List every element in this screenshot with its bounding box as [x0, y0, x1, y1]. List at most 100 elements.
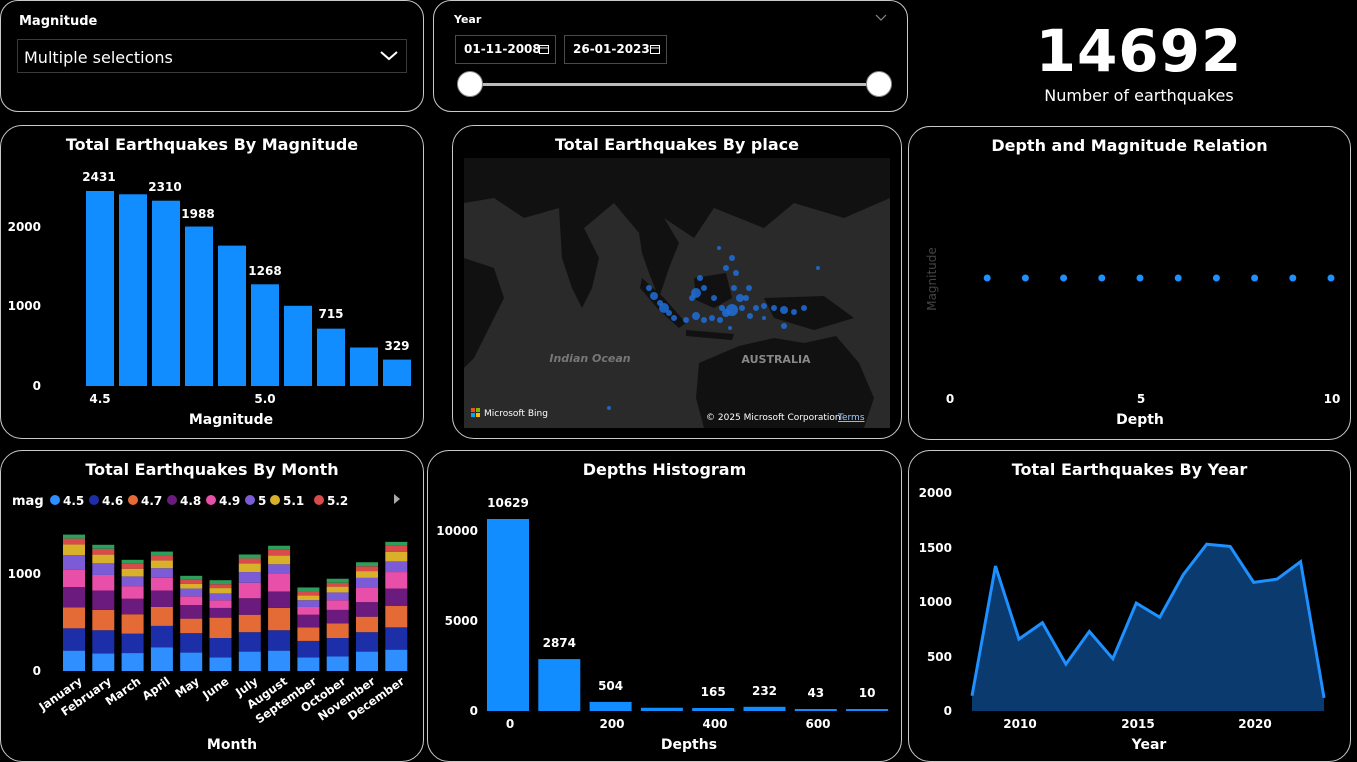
- earthquake-point[interactable]: [739, 305, 745, 311]
- month-bar-segment[interactable]: [297, 591, 320, 596]
- month-bar-segment[interactable]: [180, 605, 203, 619]
- month-bar-segment[interactable]: [121, 568, 144, 577]
- month-bar-segment[interactable]: [326, 586, 349, 593]
- scatter-point[interactable]: [1289, 274, 1297, 282]
- depth-bar[interactable]: [640, 707, 683, 711]
- magnitude-bar[interactable]: [350, 347, 378, 386]
- month-bar-segment[interactable]: [268, 630, 291, 651]
- earthquake-point[interactable]: [816, 266, 820, 270]
- earthquake-point[interactable]: [701, 285, 707, 291]
- month-bar-segment[interactable]: [92, 590, 115, 610]
- month-bar-segment[interactable]: [268, 607, 291, 631]
- month-bar-segment[interactable]: [238, 651, 261, 671]
- month-bar-segment[interactable]: [356, 566, 378, 572]
- earthquake-point[interactable]: [736, 294, 744, 302]
- magnitude-bar[interactable]: [185, 226, 213, 386]
- chevron-down-icon[interactable]: [875, 14, 887, 22]
- depth-bar[interactable]: [589, 701, 632, 711]
- month-bar-segment[interactable]: [297, 614, 320, 628]
- month-bar-segment[interactable]: [121, 586, 144, 599]
- earthquake-map[interactable]: Indian Ocean AUSTRALIA Microsoft Bing © …: [464, 158, 890, 428]
- earthquake-point[interactable]: [711, 295, 717, 301]
- earthquake-point[interactable]: [771, 305, 777, 311]
- scatter-point[interactable]: [983, 274, 991, 282]
- month-bar-segment[interactable]: [209, 617, 232, 639]
- month-bar-segment[interactable]: [180, 575, 203, 580]
- scatter-point[interactable]: [1212, 274, 1220, 282]
- map-terms-link[interactable]: Terms: [837, 413, 865, 423]
- month-bar-segment[interactable]: [150, 555, 173, 561]
- month-bar-segment[interactable]: [180, 652, 203, 671]
- month-bar-segment[interactable]: [150, 590, 173, 607]
- earthquake-point[interactable]: [747, 313, 753, 319]
- earthquake-point[interactable]: [723, 265, 729, 271]
- month-bar-segment[interactable]: [121, 614, 144, 634]
- depth-bar[interactable]: [743, 706, 786, 711]
- month-bar-segment[interactable]: [209, 657, 232, 671]
- month-bar-segment[interactable]: [209, 607, 232, 618]
- earthquake-point[interactable]: [726, 304, 738, 316]
- earthquake-point[interactable]: [791, 309, 797, 315]
- month-bar-segment[interactable]: [297, 627, 320, 641]
- month-bar-segment[interactable]: [63, 555, 85, 570]
- depth-bar[interactable]: [487, 519, 529, 711]
- month-bar-segment[interactable]: [326, 609, 349, 624]
- month-bar-segment[interactable]: [180, 596, 203, 606]
- earthquake-point[interactable]: [719, 305, 725, 311]
- earthquake-point[interactable]: [709, 315, 715, 321]
- month-bar-segment[interactable]: [92, 563, 115, 575]
- month-bar-segment[interactable]: [63, 534, 85, 539]
- month-bar-segment[interactable]: [356, 587, 378, 603]
- earthquake-point[interactable]: [780, 306, 788, 314]
- month-bar-segment[interactable]: [268, 574, 291, 592]
- scatter-point[interactable]: [1060, 274, 1068, 282]
- month-bar-segment[interactable]: [268, 591, 291, 608]
- month-bar-segment[interactable]: [238, 554, 261, 559]
- month-bar-segment[interactable]: [238, 563, 261, 573]
- month-bar-segment[interactable]: [63, 650, 85, 671]
- month-bar-segment[interactable]: [92, 544, 115, 549]
- scatter-point[interactable]: [1136, 274, 1144, 282]
- month-bar-segment[interactable]: [92, 609, 115, 631]
- month-bar-segment[interactable]: [238, 598, 261, 615]
- earthquake-point[interactable]: [697, 275, 703, 281]
- month-bar-segment[interactable]: [385, 606, 408, 628]
- month-bar-segment[interactable]: [121, 559, 144, 564]
- month-bar-segment[interactable]: [63, 607, 85, 629]
- month-bar-segment[interactable]: [121, 653, 144, 671]
- month-bar-segment[interactable]: [385, 545, 408, 552]
- month-bar-segment[interactable]: [238, 558, 261, 564]
- month-bar-segment[interactable]: [209, 588, 232, 594]
- earthquake-point[interactable]: [801, 305, 807, 311]
- month-bar-segment[interactable]: [268, 555, 291, 565]
- month-bar-segment[interactable]: [150, 568, 173, 578]
- month-bar-segment[interactable]: [297, 640, 320, 658]
- year-slider-track[interactable]: [470, 83, 880, 86]
- month-bar-segment[interactable]: [356, 577, 378, 588]
- earthquake-point[interactable]: [671, 315, 677, 321]
- month-bar-segment[interactable]: [238, 572, 261, 583]
- earthquake-point[interactable]: [692, 312, 700, 320]
- month-bar-segment[interactable]: [268, 564, 291, 574]
- magnitude-bar[interactable]: [317, 328, 345, 386]
- earthquake-point[interactable]: [743, 295, 749, 301]
- month-bar-segment[interactable]: [297, 595, 320, 601]
- legend-next-arrow-icon[interactable]: [394, 494, 400, 504]
- month-bar-segment[interactable]: [356, 616, 378, 633]
- year-start-input[interactable]: 01-11-2008: [455, 35, 556, 64]
- earthquake-point[interactable]: [762, 316, 766, 320]
- month-bar-segment[interactable]: [209, 580, 232, 585]
- month-bar-segment[interactable]: [385, 551, 408, 562]
- month-bar-segment[interactable]: [326, 592, 349, 601]
- month-bar-segment[interactable]: [385, 541, 408, 546]
- earthquake-point[interactable]: [666, 310, 672, 316]
- month-bar-segment[interactable]: [150, 625, 173, 648]
- month-bar-segment[interactable]: [297, 657, 320, 671]
- month-bar-segment[interactable]: [326, 582, 349, 587]
- earthquake-point[interactable]: [717, 317, 723, 323]
- month-bar-segment[interactable]: [356, 632, 378, 652]
- month-bar-segment[interactable]: [385, 627, 408, 650]
- earthquake-point[interactable]: [650, 292, 658, 300]
- month-bar-segment[interactable]: [297, 600, 320, 607]
- month-bar-segment[interactable]: [268, 650, 291, 671]
